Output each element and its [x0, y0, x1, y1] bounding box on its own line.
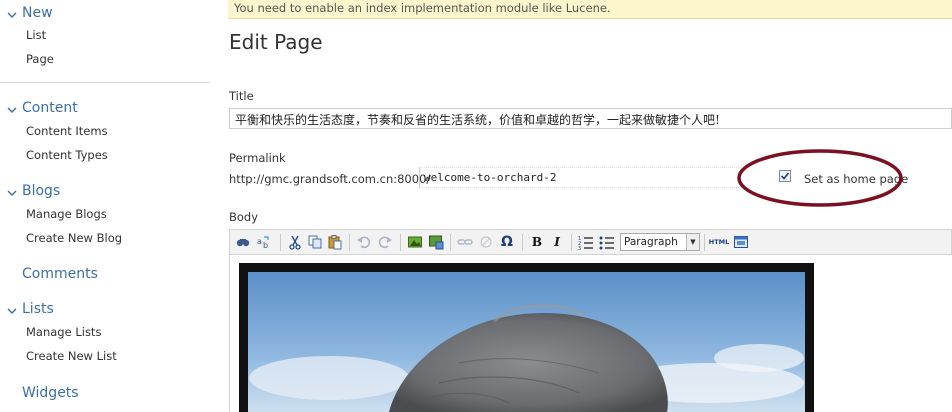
- paste-icon[interactable]: [327, 234, 343, 250]
- sidebar-item-new-page[interactable]: Page: [26, 52, 54, 66]
- undo-icon[interactable]: [356, 234, 372, 250]
- sidebar-item-create-list[interactable]: Create New List: [26, 349, 117, 363]
- copy-icon[interactable]: [307, 234, 323, 250]
- format-select-value: Paragraph: [624, 236, 678, 248]
- editor-toolbar: ab Ω B I 123 Paragraph ▼ HTML: [229, 229, 952, 255]
- find-icon[interactable]: [235, 234, 251, 250]
- svg-text:b: b: [263, 241, 268, 250]
- elephant-photo: [239, 263, 814, 412]
- html-source-icon[interactable]: HTML: [709, 234, 729, 250]
- permalink-prefix: http://gmc.grandsoft.com.cn:8000/: [229, 172, 431, 186]
- format-select[interactable]: Paragraph ▼: [620, 233, 700, 251]
- chevron-down-icon[interactable]: [6, 104, 18, 116]
- insert-image-icon[interactable]: [407, 234, 423, 250]
- sidebar-item-create-blog[interactable]: Create New Blog: [26, 231, 122, 245]
- numbered-list-icon[interactable]: 123: [578, 234, 594, 250]
- title-input[interactable]: 平衡和快乐的生活态度，节奏和反省的生活系统，价值和卓越的哲学，一起来做敏捷个人吧…: [229, 108, 952, 129]
- chevron-down-icon[interactable]: [6, 187, 18, 199]
- sidebar-section-blogs[interactable]: Blogs: [22, 183, 60, 199]
- sidebar-item-new-list[interactable]: List: [26, 28, 46, 42]
- chevron-down-icon: ▼: [686, 234, 699, 250]
- fullscreen-icon[interactable]: [733, 234, 749, 250]
- editor-body[interactable]: [229, 255, 952, 412]
- body-label: Body: [229, 210, 259, 224]
- sidebar-section-content[interactable]: Content: [22, 100, 78, 116]
- chevron-down-icon[interactable]: [6, 9, 18, 21]
- sidebar-section-new[interactable]: New: [22, 5, 53, 21]
- insert-media-icon[interactable]: [428, 234, 444, 250]
- chevron-down-icon[interactable]: [6, 305, 18, 317]
- special-char-icon[interactable]: Ω: [499, 234, 515, 250]
- admin-sidebar: New List Page Content Content Items Cont…: [0, 0, 212, 412]
- cut-icon[interactable]: [287, 234, 303, 250]
- sidebar-section-comments[interactable]: Comments: [22, 266, 98, 282]
- checkmark-icon: [780, 172, 790, 180]
- sidebar-item-manage-lists[interactable]: Manage Lists: [26, 325, 101, 339]
- redo-icon[interactable]: [377, 234, 393, 250]
- unlink-icon[interactable]: [478, 234, 494, 250]
- title-label: Title: [229, 89, 254, 103]
- sidebar-section-widgets[interactable]: Widgets: [22, 385, 79, 401]
- sidebar-divider: [0, 82, 210, 83]
- home-page-checkbox[interactable]: [779, 170, 791, 182]
- home-page-label[interactable]: Set as home page: [804, 172, 908, 186]
- sidebar-item-content-types[interactable]: Content Types: [26, 148, 108, 162]
- replace-icon[interactable]: ab: [256, 234, 272, 250]
- bold-icon[interactable]: B: [529, 234, 545, 250]
- italic-icon[interactable]: I: [549, 234, 565, 250]
- permalink-slug-input[interactable]: welcome-to-orchard-2: [419, 167, 741, 188]
- bullet-list-icon[interactable]: [599, 234, 615, 250]
- sidebar-section-lists[interactable]: Lists: [22, 301, 54, 317]
- page-title: Edit Page: [229, 30, 323, 54]
- notice-banner: You need to enable an index implementati…: [228, 0, 952, 19]
- link-icon[interactable]: [457, 234, 473, 250]
- svg-text:a: a: [257, 237, 262, 246]
- permalink-label: Permalink: [229, 151, 286, 165]
- sidebar-item-manage-blogs[interactable]: Manage Blogs: [26, 207, 107, 221]
- sidebar-item-content-items[interactable]: Content Items: [26, 124, 108, 138]
- svg-text:3: 3: [578, 246, 581, 250]
